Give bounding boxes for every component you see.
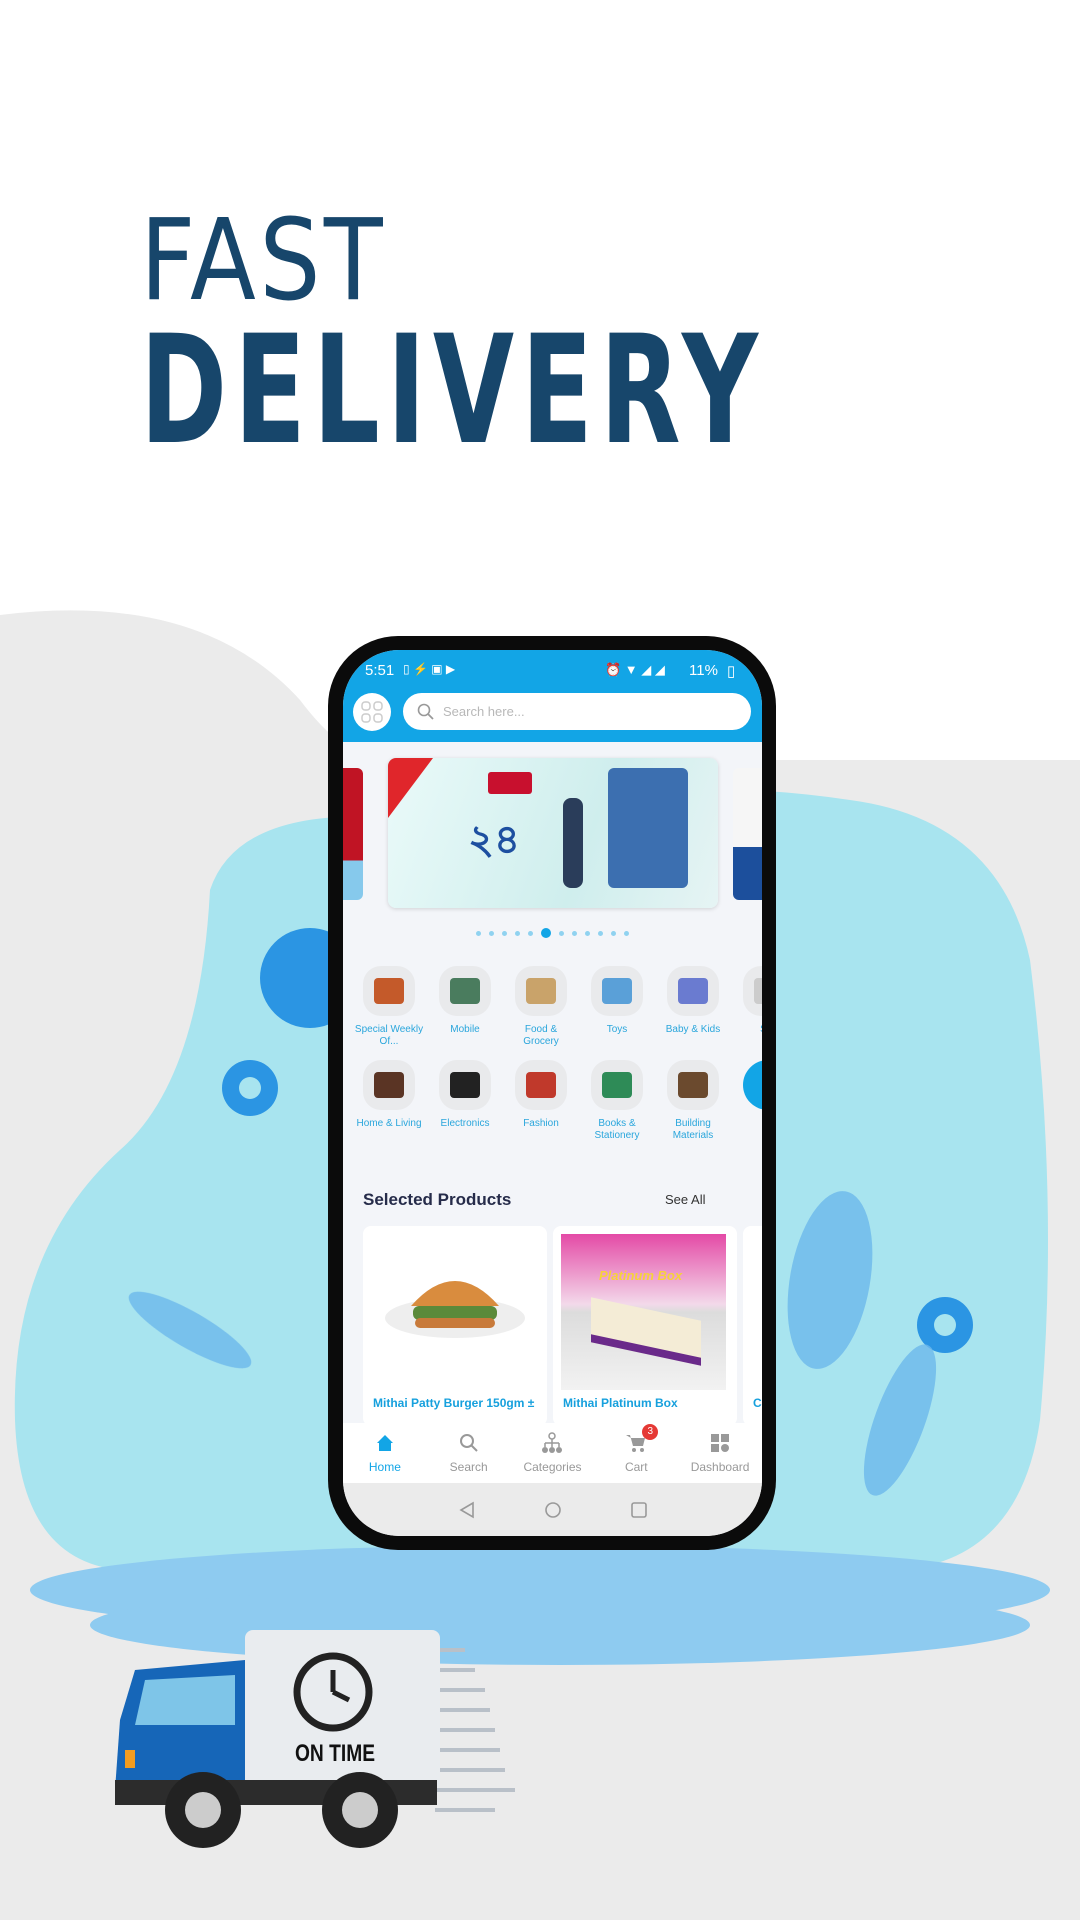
- category-image: [743, 966, 762, 1016]
- category-image: [363, 966, 415, 1016]
- carousel-dot[interactable]: [528, 930, 533, 936]
- nav-label: Categories: [523, 1460, 582, 1474]
- product-card[interactable]: Platinum Box Mithai Platinum Box: [553, 1226, 737, 1426]
- product-image-text: Platinum Box: [599, 1268, 683, 1283]
- category-label: Special Weekly Of...: [354, 1024, 424, 1047]
- category-label: Electronics: [440, 1118, 490, 1129]
- carousel-dot[interactable]: [598, 930, 603, 936]
- carousel-indicator: [343, 928, 762, 938]
- category-image: [591, 1060, 643, 1110]
- product-name: Mithai Platinum Box: [563, 1396, 678, 1410]
- nav-label: Search: [449, 1460, 488, 1474]
- category-item[interactable]: Home & Living: [351, 1060, 427, 1142]
- category-image: [667, 1060, 719, 1110]
- carousel-dot[interactable]: [611, 930, 616, 936]
- category-label: Building Materials: [672, 1118, 714, 1141]
- search-input[interactable]: Search here...: [403, 693, 751, 730]
- battery-level: 11%: [689, 662, 718, 679]
- category-item[interactable]: [731, 1060, 762, 1142]
- category-image: [515, 1060, 567, 1110]
- home-icon: [376, 1435, 393, 1451]
- category-grid: Special Weekly Of... Mobile Food & Grocery…: [351, 966, 762, 1142]
- signal-icons: ⏰ ▼ ◢ ◢: [605, 662, 665, 677]
- carousel-dot[interactable]: [541, 928, 551, 938]
- category-item[interactable]: S Fi: [731, 966, 762, 1048]
- category-item[interactable]: Food & Grocery: [503, 966, 579, 1048]
- nav-categories[interactable]: Categories: [514, 1432, 590, 1474]
- category-image: [743, 1060, 762, 1110]
- promo-banner[interactable]: ২৪: [388, 758, 718, 908]
- category-item[interactable]: Toys: [579, 966, 655, 1048]
- product-name: C: [753, 1396, 762, 1410]
- nav-label: Home: [368, 1460, 401, 1474]
- delivery-truck: ON TIME: [115, 1630, 515, 1860]
- banner-prev[interactable]: [343, 768, 363, 900]
- category-label: Fashion: [523, 1118, 559, 1129]
- grid-icon: [361, 701, 383, 723]
- nav-label: Cart: [624, 1460, 648, 1474]
- category-image: [439, 1060, 491, 1110]
- nav-search[interactable]: Search: [431, 1432, 507, 1474]
- category-label: [734, 1118, 762, 1142]
- product-name: Mithai Patty Burger 150gm ±: [373, 1396, 535, 1410]
- search-placeholder: Search here...: [443, 704, 525, 719]
- on-time-label: ON TIME: [295, 1740, 375, 1767]
- search-icon: [459, 1434, 478, 1452]
- section-title: Selected Products: [363, 1190, 512, 1209]
- dashboard-icon: [711, 1434, 730, 1452]
- category-item[interactable]: Fashion: [503, 1060, 579, 1142]
- category-item[interactable]: Baby & Kids: [655, 966, 731, 1048]
- category-item[interactable]: Special Weekly Of...: [351, 966, 427, 1048]
- category-label: Toys: [606, 1024, 628, 1035]
- banner-next[interactable]: [733, 768, 762, 900]
- carousel-dot[interactable]: [559, 930, 564, 936]
- category-label: S Fi: [734, 1024, 762, 1048]
- nav-cart[interactable]: Cart 3: [598, 1424, 674, 1474]
- nav-label: Dashboard: [690, 1460, 750, 1474]
- phone-screen: 5:51 ▯ ⚡ ▣ ▶ ⏰ ▼ ◢ ◢ 11% ▯ Search here..…: [343, 650, 762, 1536]
- back-icon[interactable]: [458, 1501, 476, 1519]
- category-image: [515, 966, 567, 1016]
- category-label: Home & Living: [356, 1118, 422, 1129]
- carousel-dot[interactable]: [489, 930, 494, 936]
- see-all-link[interactable]: See All: [665, 1192, 705, 1207]
- carousel-dot[interactable]: [572, 930, 577, 936]
- cart-badge: 3: [642, 1424, 659, 1440]
- category-image: [363, 1060, 415, 1110]
- headline-delivery: DELIVERY: [140, 304, 765, 478]
- system-navigation: [343, 1483, 762, 1536]
- burger-image: [385, 1281, 525, 1338]
- home-circle-icon[interactable]: [544, 1501, 562, 1519]
- nav-home[interactable]: Home: [347, 1432, 423, 1474]
- category-image: [591, 966, 643, 1016]
- carousel-dot[interactable]: [502, 930, 507, 936]
- bottom-navigation: Home Search Categories Cart 3 Dashboard: [343, 1423, 762, 1483]
- search-icon: [417, 703, 434, 720]
- category-item[interactable]: Books & Stationery: [579, 1060, 655, 1142]
- notification-icons: ▯ ⚡ ▣ ▶: [403, 662, 456, 676]
- product-card[interactable]: C: [743, 1226, 762, 1426]
- product-card[interactable]: Mithai Patty Burger 150gm ±: [363, 1226, 547, 1426]
- hierarchy-icon: [542, 1432, 563, 1453]
- category-label: Baby & Kids: [665, 1024, 721, 1035]
- carousel-dot[interactable]: [476, 930, 481, 936]
- carousel-dot[interactable]: [585, 930, 590, 936]
- category-item[interactable]: Building Materials: [655, 1060, 731, 1142]
- category-label: Books & Stationery: [594, 1118, 640, 1141]
- category-image: [439, 966, 491, 1016]
- battery-icon: ▯: [727, 663, 736, 680]
- nav-dashboard[interactable]: Dashboard: [682, 1432, 758, 1474]
- status-time: 5:51: [365, 662, 395, 679]
- category-label: Food & Grocery: [523, 1024, 559, 1047]
- category-item[interactable]: Mobile: [427, 966, 503, 1048]
- app-header: 5:51 ▯ ⚡ ▣ ▶ ⏰ ▼ ◢ ◢ 11% ▯ Search here..…: [343, 650, 762, 742]
- carousel-dot[interactable]: [624, 930, 629, 936]
- category-label: Mobile: [450, 1024, 480, 1035]
- recents-icon[interactable]: [630, 1501, 648, 1519]
- carousel-dot[interactable]: [515, 930, 520, 936]
- menu-grid-button[interactable]: [353, 693, 391, 731]
- category-item[interactable]: Electronics: [427, 1060, 503, 1142]
- category-image: [667, 966, 719, 1016]
